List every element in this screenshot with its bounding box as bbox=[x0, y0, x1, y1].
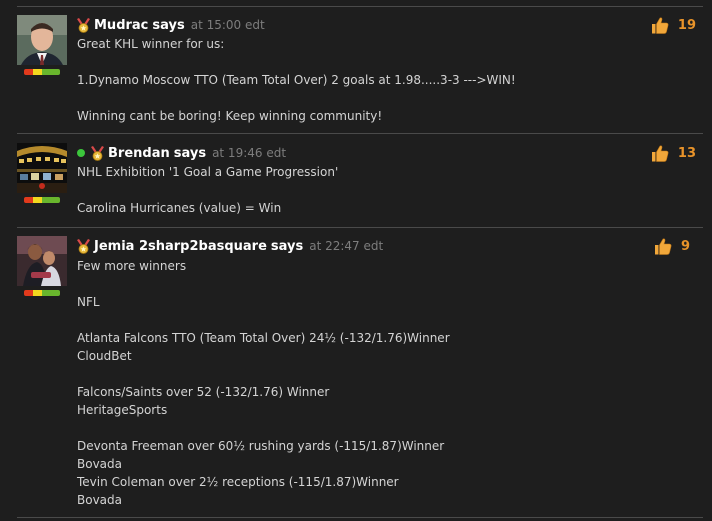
avatar[interactable] bbox=[17, 143, 67, 193]
medal-icon bbox=[77, 17, 90, 33]
comment-body: Great KHL winner for us: 1.Dynamo Moscow … bbox=[77, 35, 516, 125]
comment-line bbox=[77, 275, 450, 293]
thumbs-up-icon[interactable] bbox=[651, 17, 669, 34]
comment-line: CloudBet bbox=[77, 349, 132, 363]
like-count: 19 bbox=[677, 18, 696, 33]
online-status-icon bbox=[77, 149, 85, 157]
comment-line bbox=[77, 419, 450, 437]
comment-header: Brendan says at 19:46 edt bbox=[77, 145, 286, 161]
comment-line: Winning cant be boring! Keep winning com… bbox=[77, 109, 383, 123]
comment-line bbox=[77, 365, 450, 383]
rating-bar bbox=[24, 290, 60, 296]
like-widget[interactable]: 13 bbox=[651, 145, 696, 162]
comment-line bbox=[77, 89, 516, 107]
rating-bar bbox=[24, 69, 60, 75]
rating-bar bbox=[24, 197, 60, 203]
thumbs-up-icon[interactable] bbox=[654, 238, 672, 255]
comment-line bbox=[77, 53, 516, 71]
comment-line: Devonta Freeman over 60½ rushing yards (… bbox=[77, 439, 445, 453]
comment-header: Mudrac says at 15:00 edt bbox=[77, 17, 265, 33]
comment-line: Bovada bbox=[77, 493, 122, 507]
avatar[interactable] bbox=[17, 15, 67, 65]
timestamp: at 22:47 edt bbox=[309, 239, 384, 253]
comment-header: Jemia 2sharp2basquare says at 22:47 edt bbox=[77, 238, 383, 254]
comment-item-jemia: Jemia 2sharp2basquare says at 22:47 edt … bbox=[0, 236, 712, 516]
comment-item-mudrac: Mudrac says at 15:00 edt Great KHL winne… bbox=[0, 15, 712, 133]
comment-line: Great KHL winner for us: bbox=[77, 37, 225, 51]
timestamp: at 19:46 edt bbox=[212, 146, 287, 160]
says-label: says bbox=[270, 238, 304, 254]
comment-line: NHL Exhibition '1 Goal a Game Progressio… bbox=[77, 165, 339, 179]
avatar[interactable] bbox=[17, 236, 67, 286]
author-name[interactable]: Jemia 2sharp2basquare bbox=[94, 239, 267, 254]
like-count: 9 bbox=[680, 239, 690, 254]
author-name[interactable]: Mudrac bbox=[94, 18, 148, 33]
comment-line: Few more winners bbox=[77, 259, 187, 273]
divider bbox=[17, 133, 703, 134]
divider bbox=[17, 517, 703, 518]
comment-line: Atlanta Falcons TTO (Team Total Over) 24… bbox=[77, 331, 450, 345]
comment-item-brendan: Brendan says at 19:46 edt NHL Exhibition… bbox=[0, 143, 712, 228]
divider bbox=[17, 6, 703, 7]
comment-line: NFL bbox=[77, 295, 100, 309]
divider bbox=[17, 227, 703, 228]
like-count: 13 bbox=[677, 146, 696, 161]
comment-body: Few more winners NFL Atlanta Falcons TTO (… bbox=[77, 257, 450, 509]
comment-line bbox=[77, 311, 450, 329]
like-widget[interactable]: 9 bbox=[654, 238, 690, 255]
says-label: says bbox=[152, 17, 185, 33]
author-name[interactable]: Brendan bbox=[108, 146, 170, 161]
comment-line: Tevin Coleman over 2½ receptions (-115/1… bbox=[77, 475, 399, 489]
comment-line: Bovada bbox=[77, 457, 122, 471]
comment-feed: Mudrac says at 15:00 edt Great KHL winne… bbox=[0, 0, 712, 521]
comment-line bbox=[77, 181, 338, 199]
medal-icon bbox=[91, 145, 104, 161]
medal-icon bbox=[77, 238, 90, 254]
comment-line: Carolina Hurricanes (value) = Win bbox=[77, 201, 282, 215]
comment-line: 1.Dynamo Moscow TTO (Team Total Over) 2 … bbox=[77, 73, 516, 87]
comment-line: Falcons/Saints over 52 (-132/1.76) Winne… bbox=[77, 385, 330, 399]
comment-body: NHL Exhibition '1 Goal a Game Progressio… bbox=[77, 163, 338, 217]
comment-line: HeritageSports bbox=[77, 403, 168, 417]
thumbs-up-icon[interactable] bbox=[651, 145, 669, 162]
says-label: says bbox=[173, 145, 207, 161]
like-widget[interactable]: 19 bbox=[651, 17, 696, 34]
timestamp: at 15:00 edt bbox=[190, 18, 265, 32]
